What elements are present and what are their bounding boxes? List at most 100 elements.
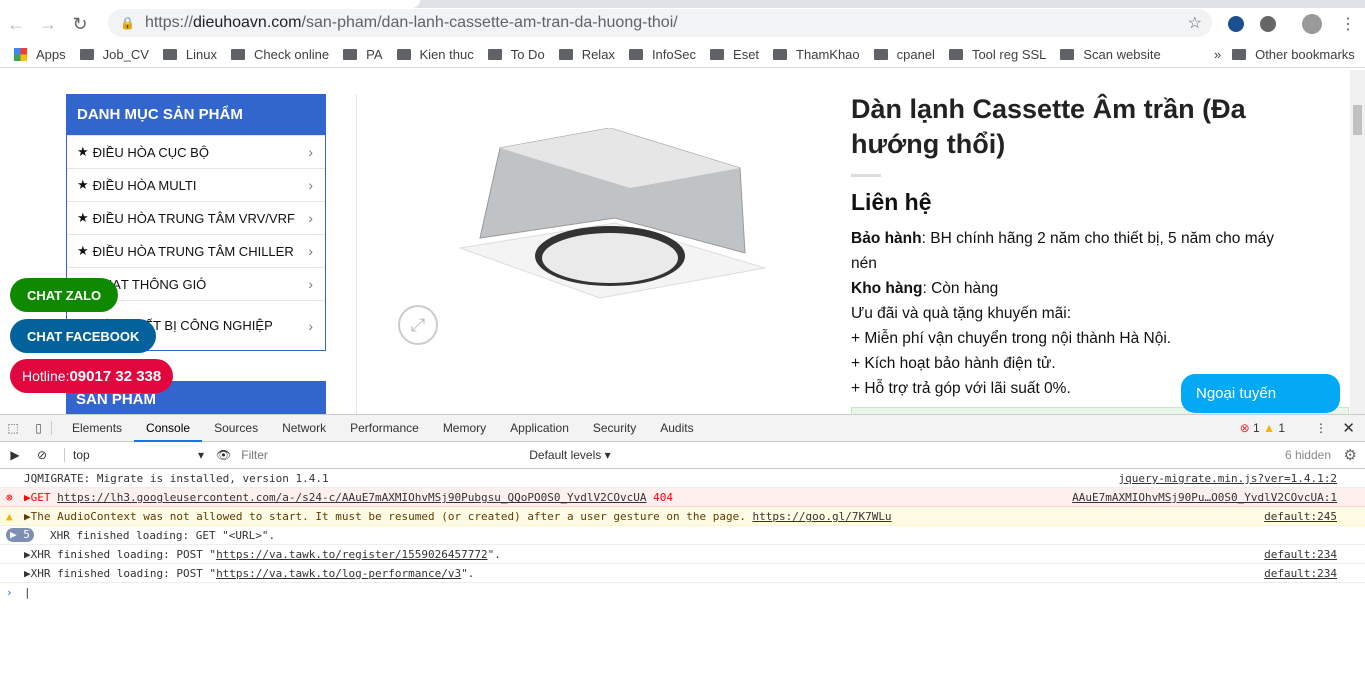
source-link[interactable]: default:234	[1264, 545, 1337, 564]
bookmark-linux[interactable]: Linux	[162, 47, 217, 62]
bookmark-cpanel[interactable]: cpanel	[873, 47, 935, 62]
bookmark-check-online[interactable]: Check online	[230, 47, 329, 62]
bookmark-thamkhao[interactable]: ThamKhao	[773, 47, 860, 62]
folder-icon	[948, 49, 963, 60]
chevron-right-icon: ›	[308, 317, 313, 334]
lock-icon: 🔒	[120, 16, 135, 30]
chat-offline-widget[interactable]: Ngoại tuyến	[1181, 374, 1340, 413]
tab-performance[interactable]: Performance	[338, 415, 431, 442]
web-page: DANH MỤC SẢN PHẨM ★ ĐIỀU HÒA CỤC BỘ › ★ ĐIỀU…	[0, 70, 1365, 414]
device-toolbar-icon[interactable]: ▯	[26, 421, 52, 435]
bookmark-scan-website[interactable]: Scan website	[1060, 47, 1161, 62]
tab-elements[interactable]: Elements	[60, 415, 134, 442]
bookmark-kien-thuc[interactable]: Kien thuc	[396, 47, 474, 62]
bookmark-eset[interactable]: Eset	[710, 47, 759, 62]
sidebar-item[interactable]: ★ ĐIỀU HÒA TRUNG TÂM CHILLER ›	[67, 234, 325, 267]
tab-console[interactable]: Console	[134, 415, 203, 442]
chevron-right-icon: ›	[308, 243, 313, 259]
console-message: ⊗ ▶GET https://lh3.googleusercontent.com/…	[0, 488, 1365, 507]
console-message: ▶XHR finished loading: POST "https://va.…	[0, 545, 1365, 564]
tab-security[interactable]: Security	[581, 415, 648, 442]
sidebar-item[interactable]: ★ ĐIỀU HÒA TRUNG TÂM VRV/VRF ›	[67, 201, 325, 234]
settings-gear-icon[interactable]: ⚙	[1344, 446, 1357, 464]
bookmark-pa[interactable]: PA	[343, 47, 383, 62]
folder-icon	[773, 49, 788, 60]
sidebar-item[interactable]: ★ ĐIỀU HÒA CỤC BỘ ›	[67, 135, 325, 168]
message-link[interactable]: https://va.tawk.to/log-performance/v3	[216, 567, 461, 580]
folder-icon	[79, 49, 94, 60]
bookmark-infosec[interactable]: InfoSec	[628, 47, 696, 62]
message-link[interactable]: https://va.tawk.to/register/155902645777…	[216, 548, 488, 561]
back-icon[interactable]: ←	[0, 14, 32, 35]
product-info: Dàn lạnh Cassette Âm trần (Đa hướng thổi…	[851, 92, 1349, 414]
avatar[interactable]	[1302, 14, 1322, 34]
folder-icon	[230, 49, 245, 60]
sidebar-toggle-icon[interactable]: ▶	[0, 448, 30, 462]
reload-icon[interactable]: ↻	[64, 14, 96, 35]
bookmark-apps[interactable]: Apps	[14, 47, 66, 62]
chat-zalo-button[interactable]: CHAT ZALO	[10, 278, 119, 312]
offer-line: + Kích hoạt bảo hành điện tử.	[851, 355, 1056, 372]
expand-image-icon[interactable]: ⤢	[398, 305, 438, 345]
message-link[interactable]: https://goo.gl/7K7WLu	[752, 510, 891, 523]
source-link[interactable]: default:245	[1264, 507, 1337, 526]
extension-icon[interactable]	[1228, 16, 1244, 32]
chevron-right-icon: ›	[308, 276, 313, 292]
apps-grid-icon	[14, 48, 27, 61]
folder-icon	[1060, 49, 1075, 60]
bookmark-relax[interactable]: Relax	[558, 47, 615, 62]
folder-icon	[396, 49, 411, 60]
tab-network[interactable]: Network	[270, 415, 338, 442]
tab-sources[interactable]: Sources	[202, 415, 270, 442]
star-icon: ★	[77, 210, 89, 225]
offer-line: Ưu đãi và quà tặng khuyến mãi:	[851, 305, 1072, 322]
wordpress-icon[interactable]	[1260, 16, 1276, 32]
product-title: Dàn lạnh Cassette Âm trần (Đa hướng thổi…	[851, 94, 1246, 159]
address-bar[interactable]: 🔒 https://dieuhoavn.com/san-pham/dan-lan…	[108, 9, 1212, 37]
close-icon[interactable]: ✕	[1342, 419, 1355, 437]
folder-icon	[710, 49, 725, 60]
error-count[interactable]: ⊗ 1 ▲ 1	[1240, 421, 1285, 435]
devtools-tabs: ⬚ ▯ Elements Console Sources Network Perform…	[0, 415, 1365, 442]
bookmark-job_cv[interactable]: Job_CV	[79, 47, 149, 62]
warranty: Bảo hành: BH chính hãng 2 năm cho thiết …	[851, 230, 1275, 272]
source-link[interactable]: jquery-migrate.min.js?ver=1.4.1:2	[1118, 469, 1337, 488]
folder-icon	[873, 49, 888, 60]
star-bookmark-icon[interactable]: ☆	[1188, 13, 1202, 33]
tab-memory[interactable]: Memory	[431, 415, 498, 442]
hotline-button[interactable]: Hotline: 09017 32 338	[10, 359, 174, 393]
more-icon[interactable]: ⋮	[1315, 421, 1327, 435]
clear-console-icon[interactable]: ⊘	[30, 448, 54, 462]
forward-icon[interactable]: →	[32, 14, 64, 35]
filter-input[interactable]	[241, 445, 522, 465]
menu-icon[interactable]: ⋮	[1340, 14, 1356, 34]
folder-icon	[487, 49, 502, 60]
chevron-right-icon: ›	[308, 210, 313, 226]
eye-icon[interactable]: 👁	[216, 448, 231, 462]
sidebar-title: DANH MỤC SẢN PHẨM	[67, 95, 325, 135]
devtools-panel: ⬚ ▯ Elements Console Sources Network Perform…	[0, 414, 1365, 682]
tab-application[interactable]: Application	[498, 415, 581, 442]
console-message: ▲ ▶The AudioContext was not allowed to st…	[0, 507, 1365, 526]
folder-icon	[1232, 49, 1247, 60]
star-icon: ★	[77, 243, 89, 258]
message-link[interactable]: https://lh3.googleusercontent.com/a-/s24…	[57, 491, 646, 504]
sidebar-item[interactable]: ★ ĐIỀU HÒA MULTI ›	[67, 168, 325, 201]
bookmark-tool-reg-ssl[interactable]: Tool reg SSL	[948, 47, 1046, 62]
folder-icon	[558, 49, 573, 60]
context-select[interactable]: top ▾	[64, 448, 204, 462]
product-image[interactable]	[440, 128, 770, 318]
other-bookmarks[interactable]: » Other bookmarks	[1214, 47, 1355, 62]
inspect-icon[interactable]: ⬚	[0, 421, 26, 435]
chat-facebook-button[interactable]: CHAT FACEBOOK	[10, 319, 157, 353]
source-link[interactable]: default:234	[1264, 564, 1337, 583]
star-icon: ★	[77, 144, 89, 159]
console-message: JQMIGRATE: Migrate is installed, version…	[0, 469, 1365, 488]
tab-audits[interactable]: Audits	[648, 415, 705, 442]
bookmark-to-do[interactable]: To Do	[487, 47, 545, 62]
console-prompt[interactable]: › |	[0, 583, 1365, 602]
log-levels-select[interactable]: Default levels ▾	[529, 448, 610, 462]
source-link[interactable]: AAuE7mAXMIOhvMSj90Pu…O0S0_YvdlV2COvcUA:1	[1072, 488, 1337, 507]
active-tab[interactable]	[0, 0, 420, 8]
page-scrollbar[interactable]	[1350, 70, 1365, 414]
